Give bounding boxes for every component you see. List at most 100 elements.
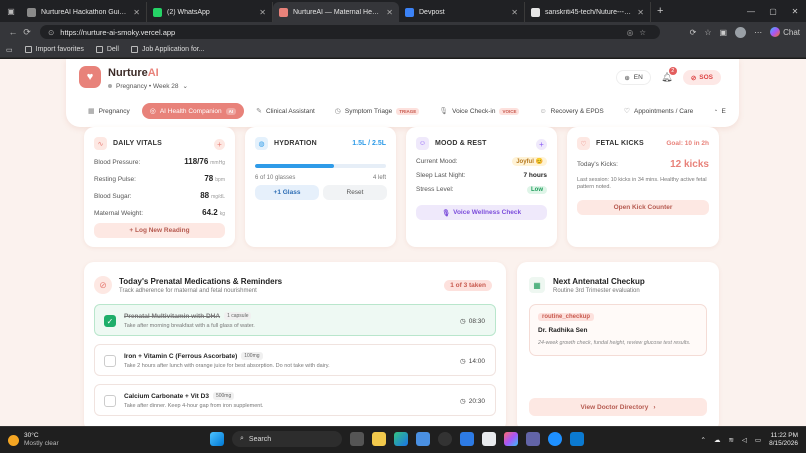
bookmark-dell[interactable]: Dell bbox=[95, 46, 119, 53]
add-vital-icon[interactable]: + bbox=[214, 139, 225, 150]
chevron-up-icon[interactable]: ⌃ bbox=[701, 436, 706, 444]
browser-tab[interactable]: (2) WhatsApp ✕ bbox=[147, 2, 273, 22]
nav-tab[interactable]: ◔ E bbox=[705, 103, 734, 119]
window-controls: — ▢ ✕ bbox=[740, 7, 806, 16]
battery-icon[interactable]: ▭ bbox=[755, 436, 761, 444]
workspaces-icon[interactable]: ▣ bbox=[3, 3, 19, 19]
alert-icon: ⊘ bbox=[690, 74, 697, 82]
stress-value: Low bbox=[527, 186, 547, 194]
hydration-progress-fill bbox=[255, 164, 334, 168]
refresh-icon[interactable]: ⟳ bbox=[20, 27, 34, 38]
close-window-icon[interactable]: ✕ bbox=[784, 7, 806, 16]
nav-tab[interactable]: ◎ AI Health Companion AI bbox=[141, 103, 245, 119]
adherence-badge: 1 of 3 taken bbox=[444, 280, 492, 291]
nav-tab-icon: ▦ bbox=[88, 108, 95, 115]
more-icon[interactable]: ⋯ bbox=[754, 28, 762, 37]
copilot-taskbar-icon[interactable] bbox=[504, 432, 518, 446]
nav-tab[interactable]: 🎙 Voice Check-in VOICE bbox=[431, 103, 527, 119]
lock-icon: ⊙ bbox=[48, 27, 55, 37]
smile-icon: ☺ bbox=[416, 137, 429, 150]
copilot-icon bbox=[770, 27, 781, 37]
address-actions-icon[interactable]: ◎☆ bbox=[627, 28, 652, 37]
open-kick-counter-button[interactable]: Open Kick Counter bbox=[577, 200, 709, 215]
store-icon[interactable] bbox=[460, 432, 474, 446]
extensions-icon[interactable]: ⟳ bbox=[690, 28, 697, 37]
bookmark-job[interactable]: Job Application for... bbox=[130, 46, 205, 53]
add-glass-button[interactable]: +1 Glass bbox=[255, 185, 319, 200]
chat-button[interactable]: Chat bbox=[770, 27, 800, 37]
nav-tab[interactable]: ◷ Symptom Triage TRIAGE bbox=[327, 103, 427, 119]
medication-checkbox[interactable] bbox=[104, 395, 116, 407]
reset-hydration-button[interactable]: Reset bbox=[323, 185, 387, 200]
search-icon: ⌕ bbox=[240, 435, 244, 442]
browser-tab[interactable]: Devpost ✕ bbox=[399, 2, 525, 22]
vscode-icon[interactable] bbox=[570, 432, 584, 446]
teams-icon[interactable] bbox=[526, 432, 540, 446]
close-tab-icon[interactable]: ✕ bbox=[259, 8, 266, 17]
add-mood-icon[interactable]: + bbox=[536, 139, 547, 150]
close-tab-icon[interactable]: ✕ bbox=[637, 8, 644, 17]
calendar-icon: ▦ bbox=[529, 277, 545, 293]
browser-tab[interactable]: NurtureAI Hackathon Guidance ✕ bbox=[21, 2, 147, 22]
log-reading-button[interactable]: + Log New Reading bbox=[94, 223, 225, 238]
medication-item: Iron + Vitamin C (Ferrous Ascorbate) 100m… bbox=[94, 344, 496, 376]
edge-icon[interactable] bbox=[394, 432, 408, 446]
close-tab-icon[interactable]: ✕ bbox=[511, 8, 518, 17]
start-icon[interactable] bbox=[210, 432, 224, 446]
cortana-icon[interactable] bbox=[548, 432, 562, 446]
browser-tab[interactable]: sanskriti45-tech/Nuture---AI: Nurtur...✕ bbox=[525, 2, 651, 22]
daily-vitals-card: ∿ DAILY VITALS + Blood Pressure: 118/76 mmH… bbox=[84, 127, 235, 247]
mail-icon[interactable] bbox=[416, 432, 430, 446]
sos-button[interactable]: ⊘ SOS bbox=[682, 70, 721, 85]
collections-icon[interactable]: ▣ bbox=[720, 28, 728, 37]
weather-widget[interactable]: 30°C Mostly clear bbox=[8, 432, 59, 448]
dell-icon[interactable] bbox=[438, 432, 452, 446]
card-title: HYDRATION bbox=[274, 140, 317, 147]
close-tab-icon[interactable]: ✕ bbox=[386, 8, 393, 17]
medications-card: ⊘ Today's Prenatal Medications & Reminde… bbox=[84, 262, 506, 426]
browser-tab[interactable]: NurtureAI — Maternal Health, Fet...✕ bbox=[273, 2, 399, 22]
close-tab-icon[interactable]: ✕ bbox=[133, 8, 140, 17]
minimize-icon[interactable]: — bbox=[740, 7, 762, 16]
volume-icon[interactable]: ◁ bbox=[742, 436, 747, 444]
voice-wellness-button[interactable]: 🎙︎ Voice Wellness Check bbox=[416, 205, 547, 220]
wifi-icon[interactable]: ≋ bbox=[728, 436, 733, 444]
task-view-icon[interactable] bbox=[350, 432, 364, 446]
favorites-icon[interactable]: ☆ bbox=[704, 28, 711, 37]
nav-tab[interactable]: ▦ Pregnancy bbox=[80, 103, 138, 119]
nav-tab[interactable]: ✎ Clinical Assistant bbox=[248, 103, 323, 119]
nav-tab[interactable]: ☺ Recovery & EPDS bbox=[531, 103, 611, 119]
mood-rest-card: ☺ MOOD & REST + Current Mood: Joyful 😊 Sle… bbox=[406, 127, 557, 247]
medication-checkbox[interactable] bbox=[104, 355, 116, 367]
clock[interactable]: 11:22 PM 8/15/2026 bbox=[769, 432, 798, 448]
page-icon bbox=[130, 46, 138, 53]
profile-avatar[interactable] bbox=[735, 26, 747, 38]
sidebar-toggle-icon[interactable]: ▭ bbox=[6, 46, 13, 54]
notifications-button[interactable]: 🔔︎ 2 bbox=[661, 66, 677, 84]
medication-checkbox[interactable]: ✓ bbox=[104, 315, 116, 327]
nav-tab-icon: ✎ bbox=[256, 108, 262, 115]
file-explorer-icon[interactable] bbox=[372, 432, 386, 446]
nav-tab-icon: ☺ bbox=[539, 107, 547, 115]
maximize-icon[interactable]: ▢ bbox=[762, 7, 784, 16]
pregnancy-week-selector[interactable]: Pregnancy • Week 28 ⌄ bbox=[108, 82, 188, 90]
nav-tab-tag: VOICE bbox=[499, 107, 520, 115]
new-tab-icon[interactable]: + bbox=[657, 5, 663, 17]
sleep-value: 7 hours bbox=[523, 172, 547, 179]
brand-title: NurtureAI bbox=[108, 67, 159, 79]
photos-icon[interactable] bbox=[482, 432, 496, 446]
cloud-icon[interactable]: ☁ bbox=[714, 436, 721, 444]
nav-tab[interactable]: ♡ Appointments / Care bbox=[616, 103, 702, 119]
status-dot bbox=[108, 84, 112, 88]
bookmark-import[interactable]: Import favorites bbox=[24, 46, 84, 53]
medication-item: ✓ Prenatal Multivitamin with DHA 1 capsul… bbox=[94, 304, 496, 336]
clock-icon: ◷ bbox=[460, 398, 466, 405]
sleep-label: Sleep Last Night: bbox=[416, 172, 466, 179]
globe-icon: ⊕ bbox=[624, 74, 630, 82]
back-icon[interactable]: ← bbox=[6, 27, 20, 37]
heart-icon: ♡ bbox=[577, 137, 590, 150]
url-field[interactable]: ⊙ https://nurture-ai-smoky.vercel.app ◎☆ bbox=[40, 25, 660, 39]
doctor-directory-button[interactable]: View Doctor Directory › bbox=[529, 398, 707, 416]
language-button[interactable]: ⊕ EN bbox=[616, 70, 651, 85]
taskbar-search[interactable]: ⌕ Search bbox=[232, 431, 342, 447]
